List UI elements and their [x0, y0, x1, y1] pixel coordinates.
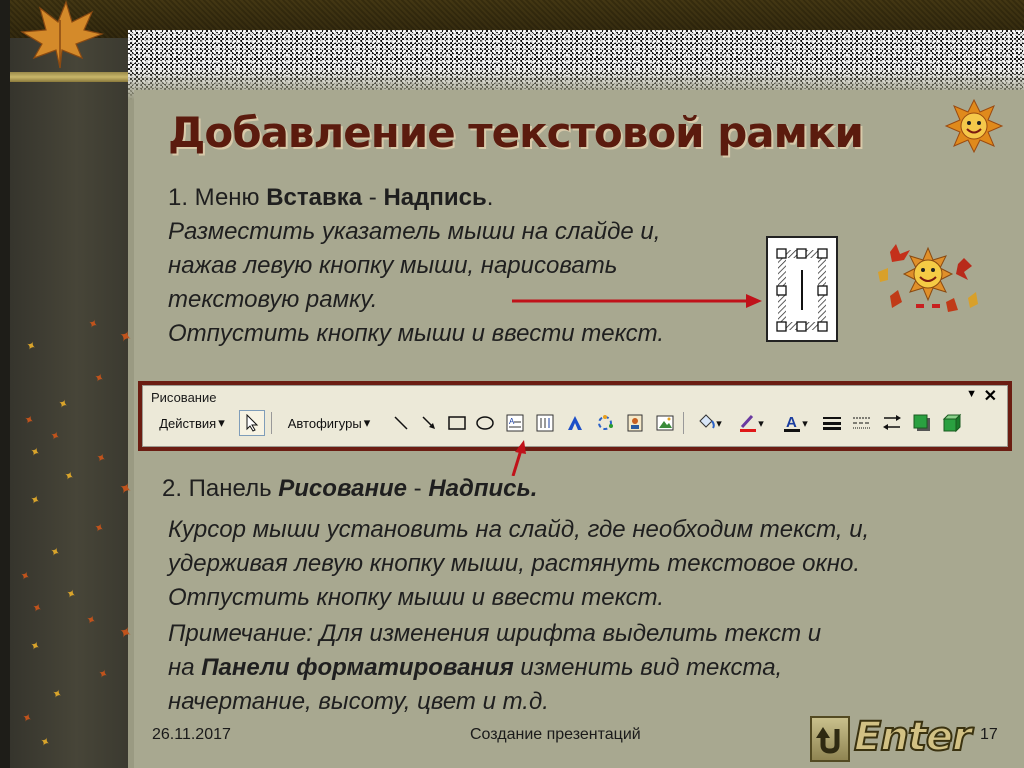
oval-tool-button[interactable] — [473, 410, 497, 436]
paint-bucket-icon — [699, 414, 716, 429]
text-box-button[interactable]: A — [503, 410, 527, 436]
arrow-style-button[interactable] — [879, 410, 905, 436]
actions-label: Действия — [159, 415, 217, 431]
dash-style-icon — [853, 417, 871, 429]
fill-color-button[interactable]: ▾ — [689, 410, 729, 436]
3d-icon — [942, 413, 962, 433]
drawing-toolbar-body: Рисование ▼ ✕ Действия ▾ Автофигуры ▾ A — [142, 385, 1008, 447]
body-line-2: удерживая левую кнопку мыши, растянуть т… — [168, 550, 860, 577]
toolbar-close-button[interactable]: ✕ — [984, 386, 997, 406]
insert-picture-button[interactable] — [653, 410, 677, 436]
dash-style-button[interactable] — [849, 410, 875, 436]
arrow-tool-button[interactable] — [417, 410, 441, 436]
return-arrow-icon — [810, 716, 850, 762]
step2-dash: - — [406, 475, 429, 502]
panel-drawing-label: Рисование — [278, 475, 407, 502]
note-line-3: начертание, высоту, цвет и т.д. — [168, 688, 549, 715]
maple-leaf-icon — [20, 0, 105, 69]
step2-prefix: 2. Панель — [162, 475, 279, 502]
sun-with-leaves-icon — [878, 244, 978, 312]
caret-down-icon: ▾ — [363, 415, 371, 430]
toolbar-options-dropdown-icon[interactable]: ▼ — [966, 388, 977, 400]
diagram-icon — [598, 415, 613, 430]
rectangle-tool-button[interactable] — [445, 410, 469, 436]
smiling-sun-icon — [944, 98, 1004, 154]
diagram-button[interactable] — [593, 410, 617, 436]
left-edge-strip — [0, 0, 10, 768]
actions-menu-button[interactable]: Действия ▾ — [149, 410, 235, 436]
rectangle-icon — [448, 416, 466, 430]
oval-icon — [476, 416, 494, 430]
picture-icon — [656, 415, 674, 431]
toolbar-separator — [683, 412, 684, 434]
wordart-icon — [568, 416, 582, 430]
font-color-icon: A — [784, 414, 801, 432]
caret-down-icon: ▾ — [802, 417, 808, 430]
note-line-2-prefix: на — [168, 654, 202, 681]
caret-down-icon: ▾ — [716, 417, 722, 430]
autoshapes-label: Автофигуры — [287, 415, 362, 431]
select-objects-button[interactable] — [239, 410, 265, 436]
arrow-icon — [422, 416, 435, 429]
line-style-button[interactable] — [819, 410, 845, 436]
clipart-button[interactable] — [623, 410, 647, 436]
pointer-arrow-up — [511, 440, 526, 476]
panel-textbox-label: Надпись. — [428, 475, 538, 502]
toolbar-separator — [271, 412, 272, 434]
caret-down-icon: ▾ — [758, 417, 764, 430]
step1-line-4: Отпустить кнопку мыши и ввести текст. — [168, 320, 665, 347]
font-color-button[interactable]: A ▾ — [775, 410, 815, 436]
step1-end: . — [486, 184, 494, 211]
step2-heading: 2. Панель Рисование - Надпись. — [162, 473, 537, 505]
3d-style-button[interactable] — [939, 410, 965, 436]
gold-divider — [0, 72, 128, 82]
line-tool-button[interactable] — [389, 410, 413, 436]
step1-line-2: нажав левую кнопку мыши, нарисовать — [168, 252, 618, 279]
autoshapes-menu-button[interactable]: Автофигуры ▾ — [277, 410, 381, 436]
shadow-style-button[interactable] — [909, 410, 935, 436]
toolbar-title: Рисование — [151, 390, 217, 405]
wordart-button[interactable] — [563, 410, 587, 436]
u-turn-arrow-icon — [816, 727, 840, 754]
vertical-text-box-icon — [536, 414, 554, 432]
svg-text:A: A — [786, 414, 797, 431]
vertical-text-box-button[interactable] — [533, 410, 557, 436]
body-line-3: Отпустить кнопку мыши и ввести текст. — [168, 584, 665, 611]
step1-dash: - — [362, 184, 384, 211]
note-line-2-suffix: изменить вид текста, — [513, 654, 783, 681]
slide-title: Добавление текстовой рамки — [168, 108, 864, 157]
menu-insert-label: Вставка — [266, 184, 363, 211]
step1-prefix: 1. Меню — [168, 184, 267, 211]
line-icon — [394, 416, 408, 430]
arrow-style-icon — [883, 415, 901, 430]
menu-textbox-label: Надпись — [383, 184, 487, 211]
note-line-1: Примечание: Для изменения шрифта выделит… — [168, 620, 822, 647]
step1-line-1: Разместить указатель мыши на слайде и, — [168, 218, 661, 245]
pointer-arrow-right — [512, 294, 762, 308]
formatting-panel-label: Панели форматирования — [201, 654, 514, 681]
footer-title: Создание презентаций — [470, 726, 641, 743]
body-line-1: Курсор мыши установить на слайд, где нео… — [168, 516, 870, 543]
line-color-button[interactable]: ▾ — [731, 410, 771, 436]
brush-icon — [740, 414, 757, 432]
drawing-toolbar: Рисование ▼ ✕ Действия ▾ Автофигуры ▾ A — [138, 381, 1012, 451]
cursor-arrow-icon — [246, 414, 259, 432]
clipart-icon — [627, 414, 643, 432]
enter-label: Enter — [853, 713, 973, 761]
text-frame-cursor-icon — [766, 236, 838, 342]
footer-date: 26.11.2017 — [152, 726, 231, 743]
step1-line-3: текстовую рамку. — [168, 286, 378, 313]
enter-navigation-button[interactable]: Enter — [810, 713, 976, 764]
shadow-icon — [913, 414, 930, 431]
slide-number: 17 — [980, 726, 998, 743]
step1-heading: 1. Меню Вставка - Надпись. — [168, 182, 493, 214]
caret-down-icon: ▾ — [218, 415, 225, 430]
note-line-2: на Панели форматирования изменить вид те… — [168, 652, 782, 684]
text-box-icon: A — [506, 414, 524, 432]
line-style-icon — [823, 417, 841, 430]
